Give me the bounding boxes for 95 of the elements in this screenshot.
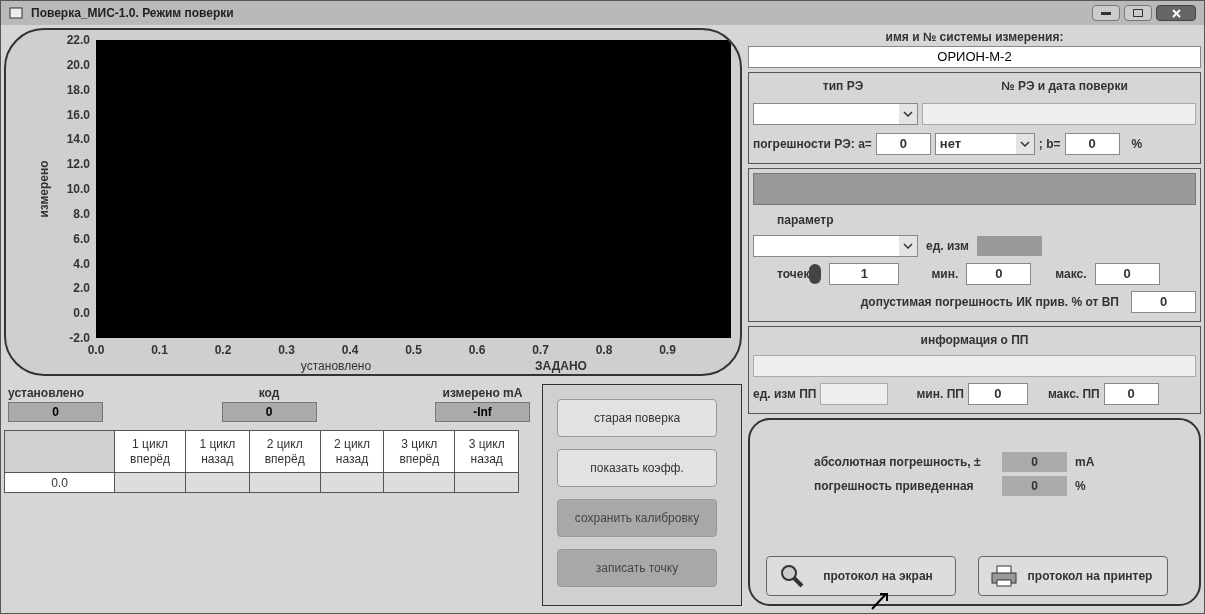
readout-field: 0 xyxy=(221,402,317,422)
x-tick-label: 0.8 xyxy=(595,343,613,357)
y-tick-label: 22.0 xyxy=(66,33,90,47)
x-tick-label: 0.3 xyxy=(278,343,295,357)
readout-field: 0 xyxy=(1002,452,1067,472)
field-label: параметр xyxy=(776,212,835,229)
chevron-down-icon xyxy=(903,243,913,249)
y-tick-label: 18.0 xyxy=(66,82,90,97)
field-label: абсолютная погрешность, ± xyxy=(814,454,982,471)
field-label: точек xyxy=(777,266,810,283)
spinner-control[interactable] xyxy=(809,264,822,284)
field-label: ед. изм ПП xyxy=(753,386,817,403)
action-button[interactable]: показать коэфф. xyxy=(557,449,717,487)
unit-field xyxy=(976,236,1042,256)
x-tick-label: 0.6 xyxy=(468,343,486,357)
y-tick-label: 10.0 xyxy=(66,182,90,196)
input-field[interactable]: 1 xyxy=(829,263,900,285)
y-tick-label: 14.0 xyxy=(66,132,90,147)
input-field[interactable]: 0 xyxy=(1103,383,1159,405)
chevron-down-icon xyxy=(903,111,913,117)
x-tick-label: 0.5 xyxy=(405,343,422,357)
input-field[interactable] xyxy=(922,103,1196,125)
field-label: макс. xyxy=(1055,266,1087,283)
field-label: код xyxy=(258,385,280,402)
x-axis-label: установлено xyxy=(300,359,372,373)
protocol-button[interactable]: протокол на принтер xyxy=(978,556,1168,596)
y-tick-label: 16.0 xyxy=(66,107,90,122)
input-field[interactable]: 0 xyxy=(1064,133,1120,155)
x-tick-label: 0.0 xyxy=(87,343,105,357)
x-tick-label: 0.9 xyxy=(659,343,676,357)
readout-field: -Inf xyxy=(435,402,530,422)
column-header: 1 цикл вперёд xyxy=(114,430,186,473)
field-label: имя и № системы измерения: xyxy=(885,29,1064,46)
printer-icon xyxy=(991,565,1017,587)
close-button[interactable] xyxy=(1156,5,1196,21)
close-icon xyxy=(1171,8,1181,18)
unit-label: % xyxy=(1075,478,1086,495)
column-header: 2 цикл вперёд xyxy=(249,430,321,473)
dropdown[interactable]: нет xyxy=(934,133,1035,155)
input-field[interactable]: 0 xyxy=(875,133,931,155)
column-header: 2 цикл назад xyxy=(320,430,384,473)
unit-label: mA xyxy=(1075,454,1095,471)
field-label: ед. изм xyxy=(926,238,969,255)
chevron-down-icon xyxy=(1019,141,1030,147)
input-field[interactable]: 0 xyxy=(1131,291,1196,313)
input-field[interactable]: 0 xyxy=(1094,263,1160,285)
readout-field: 0 xyxy=(8,402,103,422)
action-button[interactable]: старая поверка xyxy=(557,399,717,437)
field-label: погрешности РЭ: a= xyxy=(753,136,872,153)
input-field[interactable] xyxy=(753,355,1196,377)
x-tick-label: 0.4 xyxy=(341,343,359,357)
app-icon xyxy=(9,7,23,19)
readout-field: 0 xyxy=(1002,476,1067,496)
field-label: № РЭ и дата поверки xyxy=(1000,78,1129,95)
table-cell: 0.0 xyxy=(4,472,115,493)
input-field[interactable]: 0 xyxy=(966,263,1032,285)
y-tick-label: 12.0 xyxy=(66,157,90,172)
column-header: 3 цикл вперёд xyxy=(383,430,455,473)
field-label: мин. xyxy=(931,266,959,283)
window-title: Поверка_МИС-1.0. Режим поверки xyxy=(31,5,234,22)
y-tick-label: 4.0 xyxy=(73,256,90,271)
field-label: информация о ПП xyxy=(919,332,1030,349)
y-tick-label: 2.0 xyxy=(73,281,90,296)
field-label: допустимая погрешность ИК прив. % от ВП xyxy=(860,294,1119,311)
protocol-button[interactable]: протокол на экран xyxy=(766,556,956,596)
y-tick-label: 8.0 xyxy=(73,206,90,221)
y-axis-label: измерено xyxy=(37,160,51,218)
system-name-field[interactable]: ОРИОН-М-2 xyxy=(748,46,1201,68)
dropdown[interactable] xyxy=(753,235,918,257)
y-tick-label: 6.0 xyxy=(73,231,90,246)
magnifier-icon xyxy=(779,563,805,589)
x-tick-label: 0.7 xyxy=(532,343,549,357)
x-tick-label: 0.2 xyxy=(214,343,232,357)
y-tick-label: 20.0 xyxy=(66,57,90,72)
maximize-button[interactable] xyxy=(1124,5,1152,21)
field-label: макс. ПП xyxy=(1047,386,1100,403)
maximize-icon xyxy=(1133,9,1143,17)
legend-label: ЗАДАНО xyxy=(535,359,587,373)
field-label: погрешность приведенная xyxy=(814,478,975,495)
column-header: 3 цикл назад xyxy=(454,430,519,473)
field-label: ; b= xyxy=(1038,136,1061,153)
input-field[interactable]: 0 xyxy=(967,383,1028,405)
field-label: тип РЭ xyxy=(821,78,865,95)
column-header: 1 цикл назад xyxy=(185,430,250,473)
minimize-button[interactable] xyxy=(1092,5,1120,21)
dropdown[interactable] xyxy=(753,103,918,125)
field-label: измерено mA xyxy=(442,385,523,402)
input-field[interactable] xyxy=(820,383,889,405)
x-tick-label: 0.1 xyxy=(151,343,168,357)
minimize-icon xyxy=(1101,11,1111,15)
y-tick-label: -2.0 xyxy=(69,331,90,345)
unit-label: % xyxy=(1131,136,1143,153)
y-tick-label: 0.0 xyxy=(73,306,90,321)
field-label: мин. ПП xyxy=(916,386,964,403)
field-label: установлено xyxy=(8,385,85,402)
